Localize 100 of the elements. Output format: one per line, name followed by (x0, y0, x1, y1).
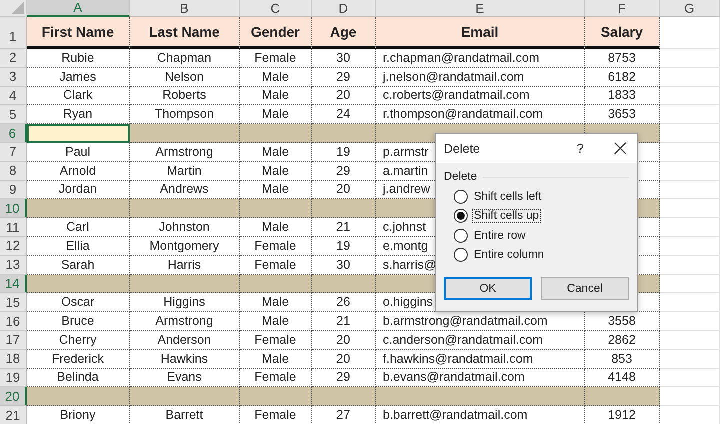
table-cell: r.chapman@randatmail.com (376, 49, 585, 68)
row-header[interactable]: 8 (0, 162, 27, 181)
table-cell[interactable] (240, 387, 312, 406)
table-cell: Johnston (130, 218, 240, 237)
row-header[interactable]: 20 (0, 387, 27, 406)
column-title: Salary (585, 17, 660, 49)
table-cell[interactable] (585, 387, 660, 406)
row-header[interactable]: 1 (0, 17, 27, 49)
table-cell (660, 142, 720, 162)
row-header[interactable]: 11 (0, 218, 27, 237)
row-header[interactable]: 16 (0, 312, 27, 331)
table-cell[interactable] (312, 274, 376, 294)
table-cell: Ellia (27, 236, 130, 256)
row-header[interactable]: 13 (0, 256, 27, 275)
table-cell (660, 124, 720, 143)
row-header[interactable]: 2 (0, 49, 27, 68)
radio-button[interactable] (454, 228, 468, 243)
table-cell: Male (240, 218, 312, 237)
table-cell[interactable] (27, 387, 130, 406)
table-cell[interactable] (130, 274, 240, 294)
table-cell: Male (240, 162, 312, 181)
table-cell (660, 330, 720, 350)
row-header[interactable]: 14 (0, 274, 27, 294)
column-title: First Name (27, 17, 130, 49)
row-header[interactable]: 7 (0, 142, 27, 162)
radio-button[interactable] (454, 248, 468, 262)
row-header[interactable]: 19 (0, 368, 27, 388)
table-cell: Male (240, 86, 312, 106)
table-cell[interactable] (240, 124, 312, 143)
table-cell (660, 368, 720, 388)
table-cell (660, 312, 720, 331)
table-cell: 26 (312, 293, 376, 312)
help-button[interactable]: ? (576, 141, 584, 156)
table-cell: 19 (312, 142, 376, 162)
table-cell (660, 68, 720, 87)
table-cell (660, 17, 720, 49)
table-cell (660, 274, 720, 294)
table-cell: Armstrong (130, 142, 240, 162)
cancel-button[interactable]: Cancel (541, 277, 629, 300)
table-cell (660, 49, 720, 68)
table-cell: Martin (130, 162, 240, 181)
table-cell[interactable] (130, 387, 240, 406)
column-header[interactable]: A (27, 0, 130, 17)
table-cell (660, 199, 720, 218)
table-cell: Anderson (130, 330, 240, 350)
row-header[interactable]: 10 (0, 199, 27, 218)
ok-button[interactable]: OK (444, 277, 532, 300)
group-label: Delete (444, 171, 478, 183)
table-cell[interactable] (312, 387, 376, 406)
row-header[interactable]: 12 (0, 236, 27, 256)
table-cell[interactable] (240, 274, 312, 294)
table-cell: 1912 (585, 406, 660, 424)
option-label[interactable]: Shift cells up (472, 209, 542, 224)
table-cell: 19 (312, 236, 376, 256)
table-cell: Frederick (27, 350, 130, 369)
table-cell: j.nelson@randatmail.com (376, 68, 585, 87)
column-header[interactable]: F (585, 0, 660, 17)
table-cell: Briony (27, 406, 130, 424)
column-header[interactable]: E (376, 0, 585, 17)
table-cell[interactable] (130, 124, 240, 143)
table-cell[interactable] (27, 199, 130, 218)
column-header[interactable]: C (240, 0, 312, 17)
table-cell: 29 (312, 68, 376, 87)
close-icon[interactable] (614, 142, 627, 155)
table-cell: Montgomery (130, 236, 240, 256)
table-cell (660, 218, 720, 237)
table-cell: Nelson (130, 68, 240, 87)
table-cell: 20 (312, 330, 376, 350)
row-header[interactable]: 17 (0, 330, 27, 350)
table-cell[interactable] (27, 274, 130, 294)
table-cell: Rubie (27, 49, 130, 68)
table-cell[interactable] (312, 199, 376, 218)
table-cell: James (27, 68, 130, 87)
radio-button[interactable] (454, 190, 468, 204)
table-cell: Male (240, 142, 312, 162)
table-cell[interactable] (27, 124, 130, 143)
row-header[interactable]: 21 (0, 406, 27, 424)
row-header[interactable]: 4 (0, 86, 27, 106)
table-cell[interactable] (376, 387, 585, 406)
table-cell: 30 (312, 49, 376, 68)
table-cell: 20 (312, 350, 376, 369)
row-header[interactable]: 3 (0, 68, 27, 87)
table-cell[interactable] (130, 199, 240, 218)
radio-button[interactable] (454, 209, 468, 224)
row-header[interactable]: 6 (0, 124, 27, 143)
row-header[interactable]: 5 (0, 105, 27, 124)
column-header[interactable]: G (660, 0, 720, 17)
column-header[interactable]: D (312, 0, 376, 17)
row-header[interactable]: 9 (0, 180, 27, 200)
row-header[interactable]: 15 (0, 293, 27, 312)
row-header[interactable]: 18 (0, 350, 27, 369)
table-cell: Higgins (130, 293, 240, 312)
table-cell: 27 (312, 406, 376, 424)
table-cell[interactable] (240, 199, 312, 218)
table-cell (660, 256, 720, 275)
table-cell (660, 162, 720, 181)
table-cell: Carl (27, 218, 130, 237)
column-header[interactable]: B (130, 0, 240, 17)
table-cell[interactable] (312, 124, 376, 143)
table-cell: Clark (27, 86, 130, 106)
